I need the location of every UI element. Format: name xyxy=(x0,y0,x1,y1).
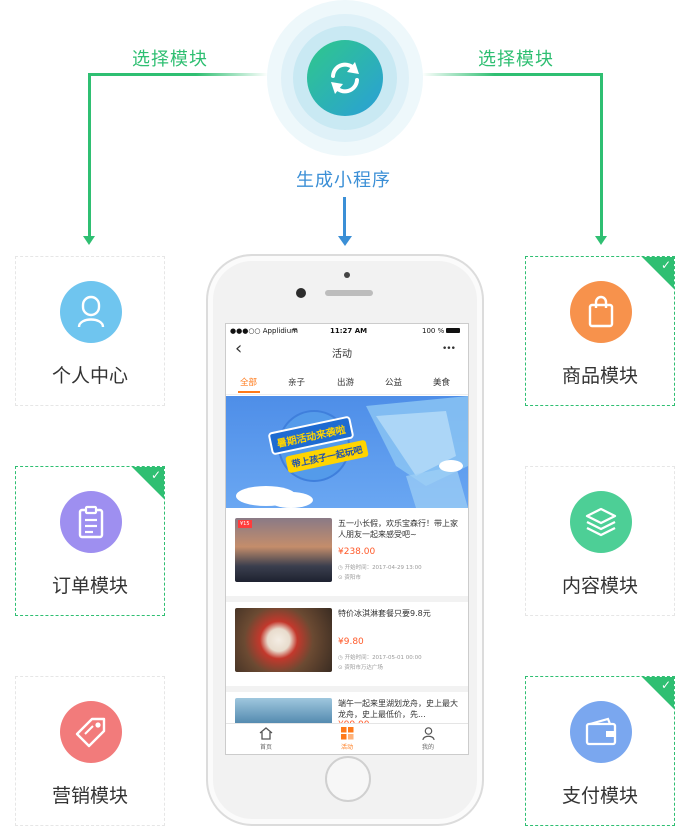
arrow-down-icon xyxy=(338,236,352,246)
tab-charity[interactable]: 公益 xyxy=(385,376,402,388)
item-location: ⊙ 资阳市万达广场 xyxy=(338,665,383,671)
item-image xyxy=(235,608,332,672)
connector-center-vertical xyxy=(343,197,346,238)
carrier: ●●●○○ Applidium xyxy=(230,327,298,335)
select-module-label-left: 选择模块 xyxy=(132,49,208,70)
tab-food[interactable]: 美食 xyxy=(433,376,450,388)
item-image: ¥15 xyxy=(235,518,332,582)
more-icon[interactable]: ••• xyxy=(442,344,456,354)
item-price: ¥9.80 xyxy=(338,637,364,647)
status-bar: ●●●○○ Applidium ≋ 11:27 AM 100 % xyxy=(226,324,468,338)
module-title: 个人中心 xyxy=(51,365,128,387)
module-card-payment[interactable]: ✓ 支付模块 xyxy=(525,676,675,826)
select-module-label-right: 选择模块 xyxy=(478,49,554,70)
module-card-personal-center[interactable]: 个人中心 xyxy=(15,256,165,406)
module-title: 订单模块 xyxy=(51,575,128,597)
item-title: 五一小长假，欢乐宝森行！带上家人朋友一起来感受吧~ xyxy=(338,519,458,539)
user-icon xyxy=(60,281,122,343)
item-price: ¥238.00 xyxy=(338,547,376,557)
tab-home[interactable]: 首页 xyxy=(246,742,286,751)
clock: 11:27 AM xyxy=(330,327,368,335)
tab-all[interactable]: 全部 xyxy=(240,376,257,388)
bottom-tab-bar: 首页 活动 我的 xyxy=(226,723,468,754)
price-badge: ¥15 xyxy=(238,520,252,528)
activity-icon[interactable] xyxy=(341,727,354,742)
check-icon: ✓ xyxy=(150,468,161,482)
wifi-icon: ≋ xyxy=(292,326,298,334)
tab-active-indicator xyxy=(238,391,260,393)
tab-activity[interactable]: 活动 xyxy=(327,742,367,751)
refresh-icon[interactable] xyxy=(307,40,383,116)
person-icon[interactable] xyxy=(422,727,435,742)
module-card-order[interactable]: ✓ 订单模块 xyxy=(15,466,165,616)
module-card-goods[interactable]: ✓ 商品模块 xyxy=(525,256,675,406)
connector-right-horizontal xyxy=(422,73,603,76)
tab-travel[interactable]: 出游 xyxy=(337,376,354,388)
check-icon: ✓ xyxy=(660,678,671,692)
item-location: ⊙ 资阳市 xyxy=(338,575,361,581)
phone-screen: ●●●○○ Applidium ≋ 11:27 AM 100 % ‹ 活动 ••… xyxy=(225,323,469,755)
connector-left-horizontal xyxy=(88,73,268,76)
arrow-down-icon xyxy=(83,236,95,245)
sensor-dot xyxy=(344,272,350,278)
item-start-time: ◷ 开始时间：2017-04-29 13:00 xyxy=(338,565,422,571)
connector-right-vertical xyxy=(600,73,603,239)
module-card-content[interactable]: 内容模块 xyxy=(525,466,675,616)
clipboard-icon xyxy=(60,491,122,553)
module-title: 支付模块 xyxy=(561,785,638,807)
module-title: 内容模块 xyxy=(561,575,638,597)
generate-miniapp-label: 生成小程序 xyxy=(296,170,391,191)
wallet-icon xyxy=(570,701,632,763)
item-title: 特价冰淇淋套餐只要9.8元 xyxy=(338,609,431,618)
battery-icon xyxy=(446,328,460,333)
connector-left-vertical xyxy=(88,73,91,239)
tab-parent-child[interactable]: 亲子 xyxy=(288,376,305,388)
arrow-down-icon xyxy=(595,236,607,245)
back-icon[interactable]: ‹ xyxy=(235,340,242,358)
camera xyxy=(296,288,306,298)
tab-mine[interactable]: 我的 xyxy=(408,742,448,751)
carousel-dots[interactable] xyxy=(334,497,352,508)
module-title: 商品模块 xyxy=(561,365,638,387)
item-start-time: ◷ 开始时间：2017-05-01 00:00 xyxy=(338,655,422,661)
category-tabs: 全部 亲子 出游 公益 美食 xyxy=(226,368,468,395)
phone-mockup: ●●●○○ Applidium ≋ 11:27 AM 100 % ‹ 活动 ••… xyxy=(206,254,484,826)
tag-icon xyxy=(60,701,122,763)
speaker xyxy=(325,290,373,296)
home-icon[interactable] xyxy=(259,727,273,742)
page-title: 活动 xyxy=(332,349,352,360)
list-item[interactable]: ¥15 五一小长假，欢乐宝森行！带上家人朋友一起来感受吧~ ¥238.00 ◷ … xyxy=(226,512,468,602)
shopping-bag-icon xyxy=(570,281,632,343)
nav-bar: ‹ 活动 ••• xyxy=(226,338,468,366)
home-button[interactable] xyxy=(325,756,371,802)
check-icon: ✓ xyxy=(660,258,671,272)
module-card-marketing[interactable]: 营销模块 xyxy=(15,676,165,826)
module-title: 营销模块 xyxy=(51,785,128,807)
promo-banner[interactable]: ✦ 暑期活动来袭啦 带上孩子一起玩吧 xyxy=(226,396,468,508)
layers-icon xyxy=(570,491,632,553)
list-item[interactable]: 特价冰淇淋套餐只要9.8元 ¥9.80 ◷ 开始时间：2017-05-01 00… xyxy=(226,602,468,692)
battery-level: 100 % xyxy=(422,327,445,335)
generate-hub xyxy=(267,0,423,156)
item-title: 端午一起来里湖划龙舟，史上最大龙舟，史上最低价，先... xyxy=(338,699,458,719)
